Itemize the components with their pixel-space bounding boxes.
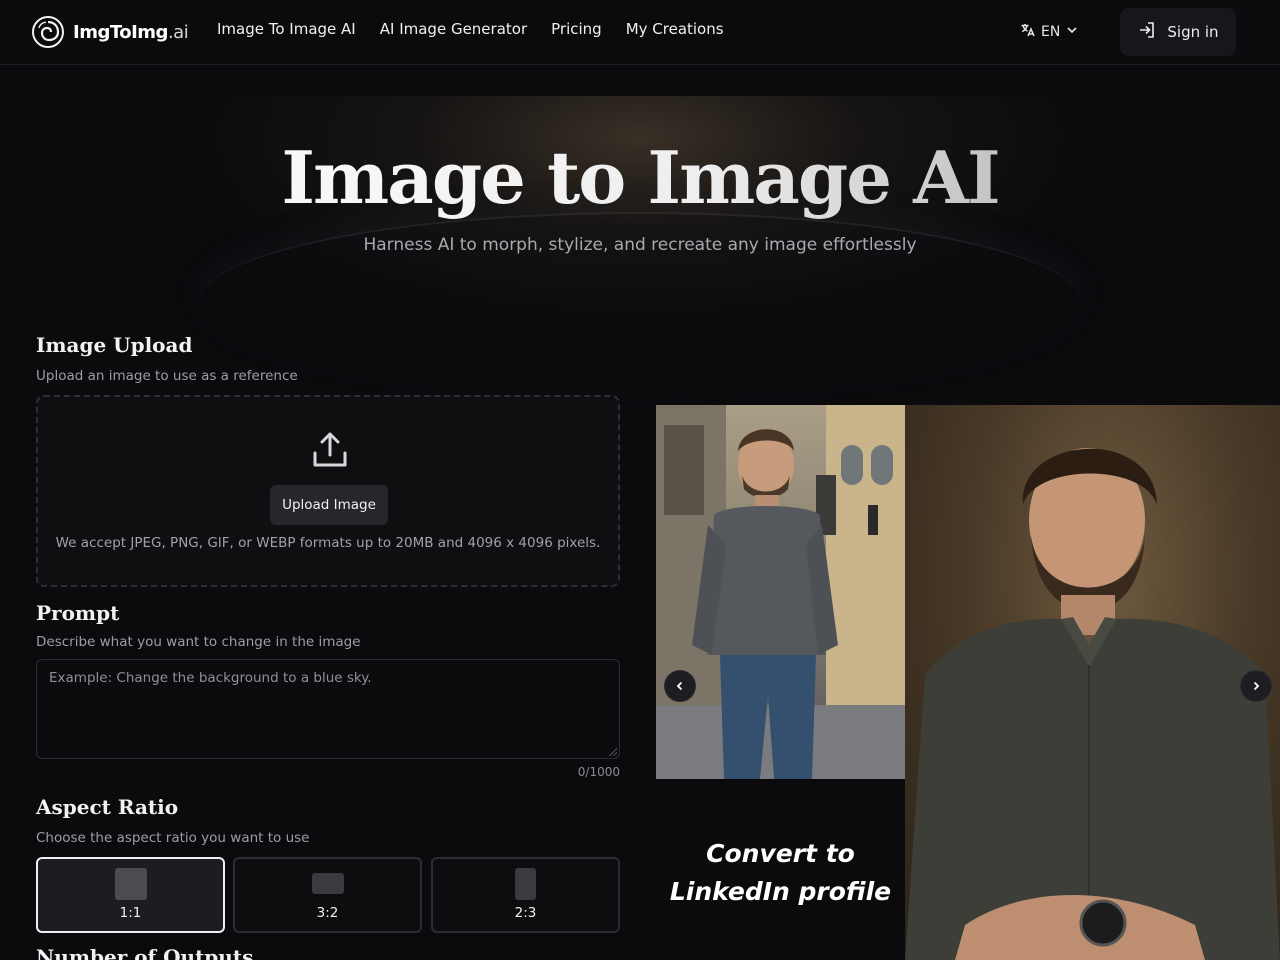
aspect-ratio-title: Aspect Ratio xyxy=(36,795,179,819)
nav-ai-image-generator[interactable]: AI Image Generator xyxy=(380,20,527,38)
before-photo xyxy=(656,405,905,779)
aspect-ratio-description: Choose the aspect ratio you want to use xyxy=(36,830,310,846)
spiral-logo-icon xyxy=(32,16,64,48)
language-label: EN xyxy=(1041,24,1061,40)
image-upload-title: Image Upload xyxy=(36,333,193,357)
portrait-ratio-icon xyxy=(515,868,536,900)
resize-handle-icon[interactable] xyxy=(609,748,617,756)
chevron-right-icon xyxy=(1250,677,1262,696)
caption-line-1: Convert to xyxy=(706,839,855,868)
upload-format-note: We accept JPEG, PNG, GIF, or WEBP format… xyxy=(55,535,601,551)
login-icon xyxy=(1137,20,1157,44)
nav-pricing[interactable]: Pricing xyxy=(551,20,602,38)
language-selector[interactable]: EN xyxy=(1020,22,1079,42)
prompt-placeholder: Example: Change the background to a blue… xyxy=(49,670,372,686)
image-upload-description: Upload an image to use as a reference xyxy=(36,368,298,384)
chevron-down-icon xyxy=(1065,23,1079,41)
nav-image-to-image[interactable]: Image To Image AI xyxy=(217,20,356,38)
landscape-ratio-icon xyxy=(312,873,344,894)
showcase-caption: Convert to LinkedIn profile xyxy=(656,835,905,911)
nav-my-creations[interactable]: My Creations xyxy=(626,20,724,38)
page-subtitle: Harness AI to morph, stylize, and recrea… xyxy=(363,235,917,255)
main-nav: Image To Image AI AI Image Generator Pri… xyxy=(217,20,724,38)
after-photo xyxy=(905,405,1280,960)
prompt-textarea[interactable]: Example: Change the background to a blue… xyxy=(36,659,620,759)
before-after-showcase: Convert to LinkedIn profile xyxy=(656,405,1280,960)
aspect-ratio-1-1[interactable]: 1:1 xyxy=(36,857,225,933)
caption-line-2: LinkedIn profile xyxy=(669,877,892,906)
upload-icon xyxy=(312,431,348,473)
logo[interactable]: ImgToImg.ai xyxy=(32,15,189,49)
logo-text: ImgToImg.ai xyxy=(73,21,189,43)
carousel-prev-button[interactable] xyxy=(664,670,696,702)
upload-dropzone[interactable]: Upload Image We accept JPEG, PNG, GIF, o… xyxy=(36,395,620,587)
prompt-description: Describe what you want to change in the … xyxy=(36,634,361,650)
upload-image-button[interactable]: Upload Image xyxy=(270,485,388,525)
aspect-ratio-2-3[interactable]: 2:3 xyxy=(431,857,620,933)
sign-in-label: Sign in xyxy=(1167,23,1219,41)
aspect-ratio-label: 3:2 xyxy=(316,905,339,921)
aspect-ratio-3-2[interactable]: 3:2 xyxy=(233,857,422,933)
aspect-ratio-label: 1:1 xyxy=(119,905,142,921)
square-ratio-icon xyxy=(115,868,147,900)
aspect-ratio-label: 2:3 xyxy=(514,905,537,921)
carousel-next-button[interactable] xyxy=(1240,670,1272,702)
page-title: Image to Image AI xyxy=(0,135,1280,220)
prompt-char-counter: 0/1000 xyxy=(577,765,620,779)
chevron-left-icon xyxy=(674,677,686,696)
prompt-title: Prompt xyxy=(36,601,120,625)
top-navbar: ImgToImg.ai Image To Image AI AI Image G… xyxy=(0,0,1280,65)
number-of-outputs-title: Number of Outputs xyxy=(36,945,254,960)
translate-icon xyxy=(1020,22,1036,42)
sign-in-button[interactable]: Sign in xyxy=(1120,8,1236,56)
